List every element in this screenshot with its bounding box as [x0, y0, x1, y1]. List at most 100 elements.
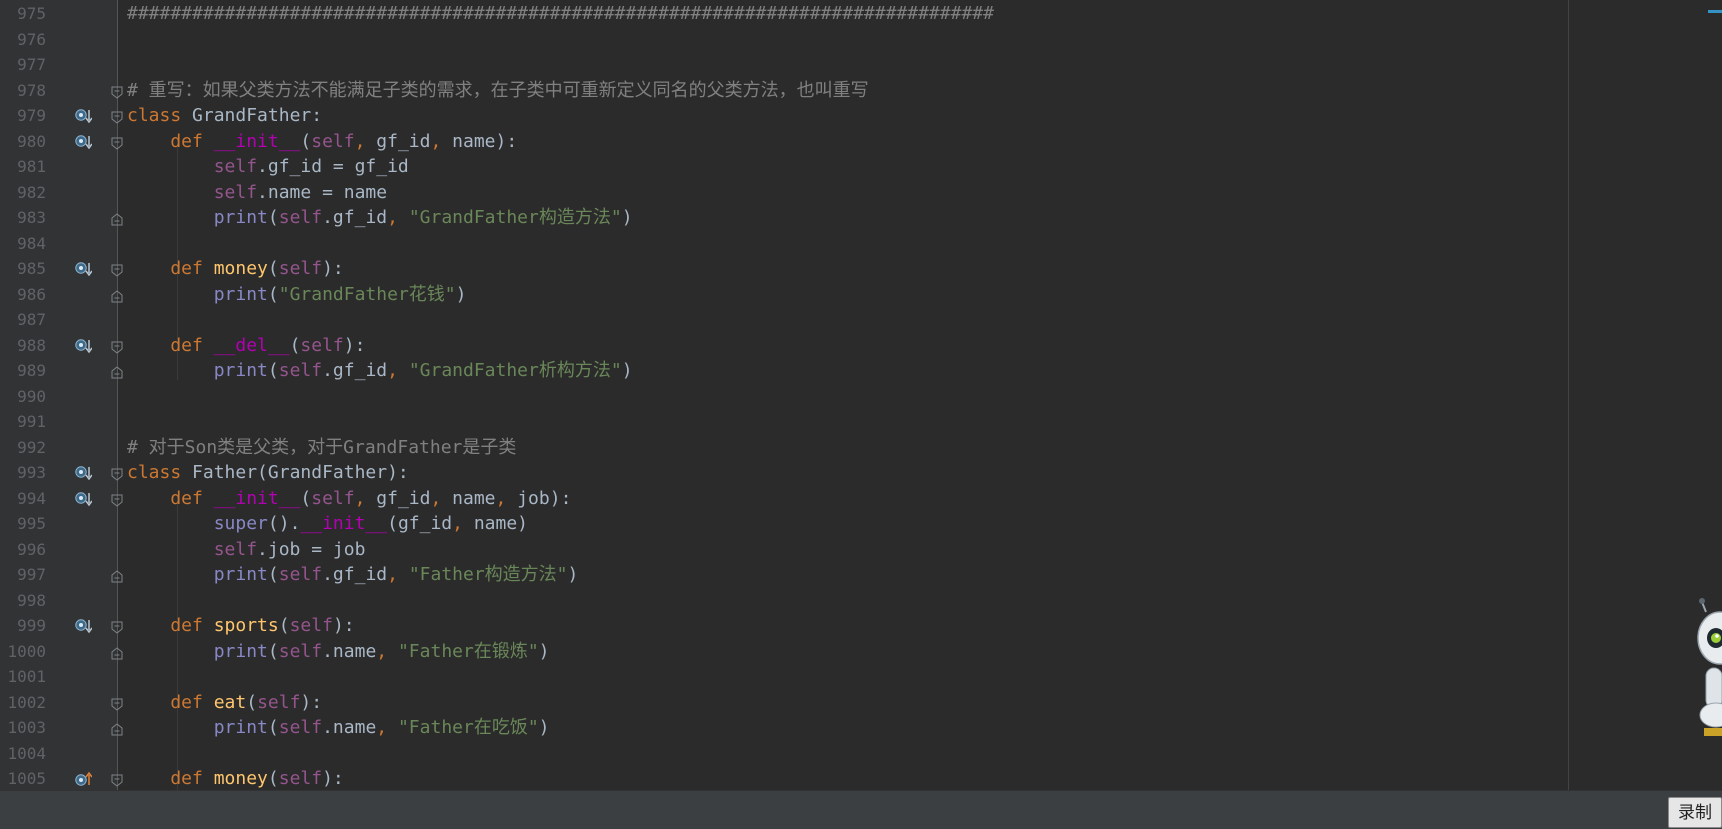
code-token: ( — [267, 768, 279, 789]
code-line[interactable]: 996 self.job = job — [0, 537, 1722, 563]
code-token: self — [311, 130, 355, 152]
fold-marker-icon[interactable] — [111, 772, 123, 787]
line-number: 1004 — [7, 743, 46, 763]
fold-marker-icon[interactable] — [111, 466, 123, 481]
code-line[interactable]: 982 self.name = name — [0, 180, 1722, 206]
code-line[interactable]: 1002 def eat(self): — [0, 690, 1722, 716]
code-token: __init__ — [213, 130, 301, 152]
code-text: # 对于Son类是父类，对于GrandFather是子类 — [127, 435, 516, 461]
code-line[interactable]: 1004 — [0, 741, 1722, 767]
code-token: self — [289, 615, 333, 636]
fold-marker-icon[interactable] — [111, 568, 123, 583]
line-number: 994 — [17, 488, 46, 508]
code-token: self — [278, 258, 323, 279]
code-line[interactable]: 985 def money(self): — [0, 256, 1722, 282]
code-token: "GrandFather析构方法" — [408, 360, 622, 381]
assistant-robot-icon[interactable] — [1676, 590, 1722, 740]
code-line[interactable]: 987 — [0, 307, 1722, 333]
code-token: (). — [267, 513, 301, 534]
line-number: 1003 — [7, 718, 46, 737]
fold-marker-icon[interactable] — [111, 211, 123, 226]
code-token: name) — [473, 513, 529, 534]
code-token: ( — [267, 717, 279, 738]
fold-marker-icon[interactable] — [111, 262, 123, 277]
code-editor[interactable]: 975 #####################################… — [0, 0, 1722, 790]
code-line[interactable]: 976 — [0, 27, 1722, 53]
code-line[interactable]: 998 — [0, 588, 1722, 614]
fold-marker-icon[interactable] — [111, 619, 123, 634]
code-line[interactable]: 984 — [0, 231, 1722, 257]
fold-marker-icon[interactable] — [111, 492, 123, 507]
code-line[interactable]: 975 #####################################… — [0, 1, 1722, 27]
code-line[interactable]: 994 def __init__(self, gf_id, name, job)… — [0, 486, 1722, 512]
code-token: self — [300, 334, 344, 356]
fold-marker-icon[interactable] — [111, 364, 123, 379]
code-token: gf_id — [376, 130, 431, 152]
fold-marker-icon[interactable] — [111, 84, 123, 99]
scroll-position-marker[interactable] — [1708, 10, 1722, 13]
line-number: 995 — [17, 514, 46, 533]
code-token: , — [376, 717, 398, 738]
code-line[interactable]: 989 print(self.gf_id, "GrandFather析构方法") — [0, 358, 1722, 384]
code-line[interactable]: 1003 print(self.name, "Father在吃饭") — [0, 715, 1722, 741]
code-token: ): — [300, 691, 323, 713]
overridden-method-icon[interactable] — [75, 618, 93, 634]
code-token: print — [127, 640, 268, 662]
code-line[interactable]: 991 — [0, 409, 1722, 435]
line-number: 981 — [17, 157, 46, 176]
code-token: , — [452, 513, 474, 534]
code-line[interactable]: 980 def __init__(self, gf_id, name): — [0, 129, 1722, 155]
code-line[interactable]: 995 super().__init__(gf_id, name) — [0, 511, 1722, 537]
overridden-method-icon[interactable] — [75, 134, 93, 150]
code-token: self — [278, 640, 323, 662]
code-line[interactable]: 981 self.gf_id = gf_id — [0, 154, 1722, 180]
code-token: ( — [267, 640, 279, 662]
fold-marker-icon[interactable] — [111, 696, 123, 711]
code-token: .gf_id = gf_id — [257, 156, 409, 177]
code-line[interactable]: 993 class Father(GrandFather): — [0, 460, 1722, 486]
fold-marker-icon[interactable] — [111, 721, 123, 736]
code-line[interactable]: 977 — [0, 52, 1722, 78]
code-line[interactable]: 983 print(self.gf_id, "GrandFather构造方法") — [0, 205, 1722, 231]
code-token: .gf_id — [322, 207, 388, 228]
code-token: ( — [267, 283, 279, 305]
code-token: print — [127, 717, 268, 738]
code-line[interactable]: 1001 — [0, 664, 1722, 690]
fold-marker-icon[interactable] — [111, 288, 123, 302]
code-token: self — [257, 691, 301, 713]
overridden-method-icon[interactable] — [75, 338, 93, 354]
fold-marker-icon[interactable] — [111, 645, 123, 659]
code-line[interactable]: 992 # 对于Son类是父类，对于GrandFather是子类 — [0, 435, 1722, 461]
code-line[interactable]: 979 class GrandFather: — [0, 103, 1722, 129]
code-line[interactable]: 999 def sports(self): — [0, 613, 1722, 639]
fold-marker-icon[interactable] — [111, 109, 123, 124]
code-token: .name = name — [257, 181, 388, 203]
fold-marker-icon[interactable] — [111, 135, 123, 150]
code-line[interactable]: 988 def __del__(self): — [0, 333, 1722, 359]
code-token: ( — [300, 130, 312, 152]
overridden-method-icon[interactable] — [75, 465, 93, 481]
code-token: .job = job — [257, 538, 366, 560]
code-line[interactable]: 986 print("GrandFather花钱") — [0, 282, 1722, 308]
code-token: self — [311, 487, 355, 509]
code-token: self — [278, 564, 323, 585]
code-token: ( — [267, 207, 279, 228]
code-text: def eat(self): — [127, 690, 322, 716]
overridden-method-icon[interactable] — [75, 108, 93, 124]
overridden-method-icon[interactable] — [75, 491, 93, 507]
code-line[interactable]: 1005 def money(self): — [0, 766, 1722, 790]
line-number: 1002 — [7, 692, 46, 712]
overridden-method-icon[interactable] — [75, 261, 93, 277]
code-token: def — [127, 615, 214, 636]
code-line[interactable]: 1000 print(self.name, "Father在锻炼") — [0, 639, 1722, 665]
overriding-method-icon[interactable] — [75, 771, 93, 787]
code-token: self — [127, 156, 258, 177]
line-number: 998 — [17, 590, 46, 610]
code-token: self — [278, 717, 323, 738]
fold-marker-icon[interactable] — [111, 339, 123, 354]
record-button[interactable]: 录制 — [1668, 797, 1722, 828]
code-line[interactable]: 978 # 重写：如果父类方法不能满足子类的需求，在子类中可重新定义同名的父类方法… — [0, 78, 1722, 104]
line-number: 976 — [17, 29, 46, 49]
code-line[interactable]: 997 print(self.gf_id, "Father构造方法") — [0, 562, 1722, 588]
code-line[interactable]: 990 — [0, 384, 1722, 410]
